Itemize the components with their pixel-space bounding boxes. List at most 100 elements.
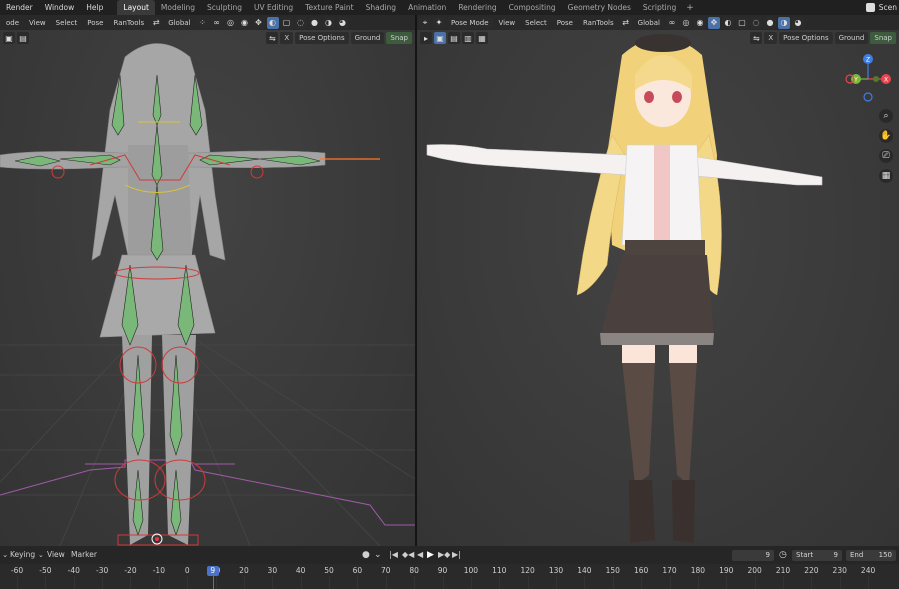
jump-start-icon[interactable]: |◀ <box>389 546 398 564</box>
navigation-gizmo[interactable]: Z X Y <box>843 53 893 103</box>
right-editor-type-icon[interactable]: ⌖ <box>419 16 431 29</box>
right-ground-button[interactable]: Ground <box>834 32 869 44</box>
left-transform-orientation-icon[interactable]: ⇄ <box>150 16 163 29</box>
left-menu-view[interactable]: View <box>25 17 50 29</box>
current-frame-field[interactable]: 9 <box>732 550 774 561</box>
jump-keyframe-forward-icon[interactable]: ▶◆ <box>438 546 450 564</box>
left-mirror-icon[interactable]: ⇋ <box>266 32 279 44</box>
record-icon[interactable]: ● <box>362 546 370 564</box>
right-select-extend-icon[interactable]: ▤ <box>448 32 460 44</box>
right-tool-play-icon[interactable]: ▸ <box>420 32 432 44</box>
add-workspace-button[interactable]: + <box>682 3 698 13</box>
tab-rendering[interactable]: Rendering <box>452 0 502 15</box>
left-mirror-x[interactable]: X <box>280 32 294 44</box>
right-menu-select[interactable]: Select <box>521 17 551 29</box>
timeline-tick-line <box>868 576 870 589</box>
left-overlay-icon[interactable]: ◐ <box>266 16 279 29</box>
menu-window[interactable]: Window <box>39 0 81 15</box>
right-shading-material-icon[interactable]: ◑ <box>778 16 790 29</box>
timeline-tick-label: 140 <box>577 566 592 575</box>
left-gizmo-icon[interactable]: ✥ <box>252 16 265 29</box>
left-pose-options[interactable]: Pose Options <box>295 32 349 44</box>
tab-geometry-nodes[interactable]: Geometry Nodes <box>562 0 637 15</box>
left-shading-rendered-icon[interactable]: ◕ <box>336 16 349 29</box>
tab-texture-paint[interactable]: Texture Paint <box>299 0 359 15</box>
right-menu-pose[interactable]: Pose <box>553 17 577 29</box>
right-rantools-menu[interactable]: RanTools <box>579 17 618 29</box>
left-select-box-icon[interactable]: ▣ <box>3 32 15 44</box>
timeline-marker-menu[interactable]: Marker <box>71 546 97 564</box>
left-visibility-icon[interactable]: ◉ <box>238 16 251 29</box>
right-overlay-icon[interactable]: ◐ <box>722 16 734 29</box>
right-proportional-icon[interactable]: ◎ <box>680 16 692 29</box>
left-snap-icon[interactable]: ∞ <box>210 16 223 29</box>
tab-layout[interactable]: Layout <box>117 0 155 15</box>
tab-shading[interactable]: Shading <box>360 0 402 15</box>
left-ground-button[interactable]: Ground <box>350 32 385 44</box>
start-frame-field[interactable]: Start 9 <box>792 550 842 561</box>
tab-uv-editing[interactable]: UV Editing <box>248 0 299 15</box>
tab-scripting[interactable]: Scripting <box>637 0 682 15</box>
timeline-ruler[interactable]: -60-50-40-30-20-100102030405060708090100… <box>0 564 899 589</box>
right-transform-orientation[interactable]: Global <box>634 17 664 29</box>
right-mirror-x[interactable]: X <box>764 32 778 44</box>
zoom-icon[interactable]: ⌕ <box>879 109 893 123</box>
left-shading-solid-icon[interactable]: ● <box>308 16 321 29</box>
right-shading-solid-icon[interactable]: ● <box>764 16 776 29</box>
right-menu-view[interactable]: View <box>495 17 520 29</box>
start-value: 9 <box>833 551 838 559</box>
left-shading-material-icon[interactable]: ◑ <box>322 16 335 29</box>
right-select-new-icon[interactable]: ▣ <box>434 32 446 44</box>
viewport-left[interactable]: ode View Select Pose RanTools ⇄ Global ⁘… <box>0 15 415 546</box>
left-shading-wire-icon[interactable]: ◌ <box>294 16 307 29</box>
left-rantools-menu[interactable]: RanTools <box>110 17 149 29</box>
viewport-right[interactable]: ⌖ ✦ Pose Mode View Select Pose RanTools … <box>417 15 899 546</box>
right-mode-selector[interactable]: Pose Mode <box>447 16 493 29</box>
tab-compositing[interactable]: Compositing <box>503 0 562 15</box>
left-snap-button[interactable]: Snap <box>386 32 412 44</box>
right-snap-icon[interactable]: ∞ <box>666 16 678 29</box>
menu-help[interactable]: Help <box>80 0 109 15</box>
right-gizmo-icon[interactable]: ✥ <box>708 16 720 29</box>
play-reverse-icon[interactable]: ◀ <box>417 546 423 564</box>
autokey-options-icon[interactable]: ⌄ <box>374 546 382 564</box>
right-shading-wire-icon[interactable]: ◌ <box>750 16 762 29</box>
left-menu-select[interactable]: Select <box>52 17 82 29</box>
right-pose-options[interactable]: Pose Options <box>779 32 833 44</box>
preview-range-icon[interactable]: ◷ <box>779 546 787 564</box>
end-frame-field[interactable]: End 150 <box>846 550 896 561</box>
left-pivot-icon[interactable]: ⁘ <box>196 16 209 29</box>
right-mode-icon[interactable]: ✦ <box>433 16 445 29</box>
perspective-grid-icon[interactable]: ▦ <box>879 169 893 183</box>
right-select-subtract-icon[interactable]: ▥ <box>462 32 474 44</box>
keying-menu[interactable]: Keying <box>10 546 35 564</box>
jump-end-icon[interactable]: ▶| <box>452 546 461 564</box>
scene-icon[interactable] <box>865 3 875 12</box>
left-menu-pose[interactable]: Pose <box>83 17 107 29</box>
right-shading-rendered-icon[interactable]: ◕ <box>792 16 804 29</box>
tab-sculpting[interactable]: Sculpting <box>201 0 248 15</box>
right-select-invert-icon[interactable]: ▦ <box>476 32 488 44</box>
right-snap-button[interactable]: Snap <box>870 32 896 44</box>
tab-modeling[interactable]: Modeling <box>155 0 201 15</box>
left-proportional-icon[interactable]: ◎ <box>224 16 237 29</box>
keying-chevron-icon[interactable]: ⌄ <box>38 546 44 564</box>
playhead-marker[interactable]: 9 <box>206 566 219 576</box>
timeline-view-menu[interactable]: View <box>47 546 65 564</box>
left-select-extend-icon[interactable]: ▤ <box>17 32 29 44</box>
left-transform-orientation[interactable]: Global <box>164 17 194 29</box>
tab-animation[interactable]: Animation <box>402 0 452 15</box>
camera-view-icon[interactable]: ⎚ <box>879 149 893 163</box>
left-xray-icon[interactable]: ▢ <box>280 16 293 29</box>
jump-keyframe-back-icon[interactable]: ◆◀ <box>402 546 414 564</box>
menu-render[interactable]: Render <box>0 0 39 15</box>
right-visibility-icon[interactable]: ◉ <box>694 16 706 29</box>
play-icon[interactable]: ▶ <box>427 546 434 564</box>
timeline-editor-icon[interactable]: ⌄ <box>2 546 8 564</box>
right-transform-orientation-icon[interactable]: ⇄ <box>619 16 632 29</box>
left-mode-selector[interactable]: ode <box>2 17 23 29</box>
scene-name[interactable]: Scen <box>879 3 897 12</box>
right-mirror-icon[interactable]: ⇋ <box>750 32 763 44</box>
right-xray-icon[interactable]: ▢ <box>736 16 748 29</box>
pan-hand-icon[interactable]: ✋ <box>879 129 893 143</box>
